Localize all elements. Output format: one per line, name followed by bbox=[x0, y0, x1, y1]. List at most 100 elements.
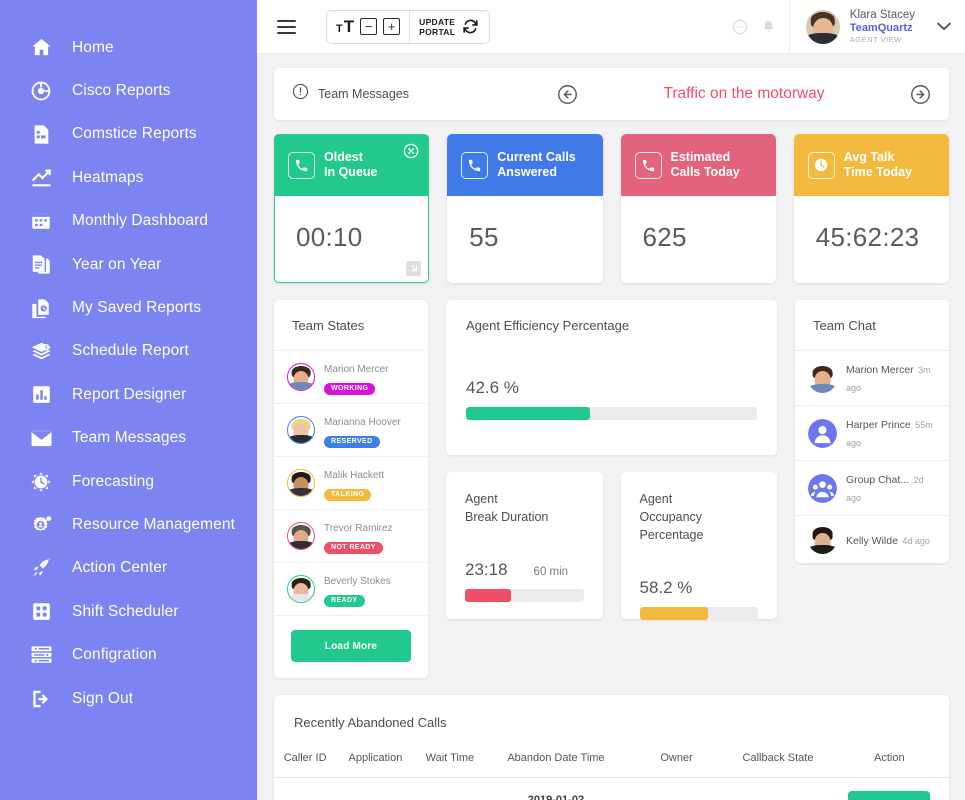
chat-list-item[interactable]: Group Chat... 2d ago bbox=[795, 460, 949, 515]
user-profile-menu[interactable]: Klara Stacey TeamQuartz AGENT VIEW bbox=[788, 0, 965, 53]
occupancy-title: Agent Occupancy Percentage bbox=[639, 492, 704, 542]
sidebar-item-resource-management[interactable]: Resource Management bbox=[0, 503, 257, 546]
chevron-down-icon[interactable] bbox=[937, 19, 951, 34]
metrics-column: Agent Efficiency Percentage 42.6 % Agent… bbox=[446, 300, 777, 620]
table-body: 3002 6100 2 2019-01-0206:20:20 Daphne Me… bbox=[274, 777, 949, 800]
font-decrease-button[interactable]: − bbox=[360, 18, 378, 35]
sidebar-item-comstice-reports[interactable]: Comstice Reports bbox=[0, 113, 257, 156]
comstice-reports-icon bbox=[24, 123, 58, 146]
kpi-card-value: 625 bbox=[642, 222, 687, 252]
chat-contact-name: Kelly Wilde bbox=[846, 534, 898, 547]
team-chat-header: Team Chat bbox=[795, 300, 949, 350]
team-state-row[interactable]: Beverly Stokes READY bbox=[274, 562, 428, 615]
team-messages-icon bbox=[24, 429, 58, 448]
ticker-label: Team Messages bbox=[318, 87, 410, 101]
team-state-row[interactable]: Trevor Ramirez NOT READY bbox=[274, 509, 428, 562]
agent-efficiency-title: Agent Efficiency Percentage bbox=[466, 318, 630, 333]
kpi-card-3[interactable]: Avg Talk Time Today 45:62:23 bbox=[793, 134, 949, 283]
forecasting-icon bbox=[24, 471, 58, 493]
abandoned-calls-table: Caller ID Application Wait Time Abandon Dat… bbox=[274, 752, 949, 800]
arrow-left-circle-icon[interactable] bbox=[557, 84, 578, 105]
chat-timestamp: 4d ago bbox=[902, 535, 930, 546]
break-duration-value: 23:18 bbox=[465, 560, 508, 579]
sign-out-icon bbox=[24, 688, 58, 710]
sidebar-item-heatmaps[interactable]: Heatmaps bbox=[0, 156, 257, 199]
avatar bbox=[287, 522, 315, 550]
sidebar-item-my-saved-reports[interactable]: My Saved Reports bbox=[0, 286, 257, 329]
team-state-row[interactable]: Malik Hackett TALKING bbox=[274, 456, 428, 509]
kpi-card-2[interactable]: Estimated Calls Today 625 bbox=[620, 134, 776, 283]
sidebar-item-label: Configration bbox=[72, 646, 157, 664]
agent-efficiency-bar-fill bbox=[466, 407, 590, 420]
chat-list-item[interactable]: Marion Mercer 3m ago bbox=[795, 350, 949, 405]
kpi-card-0[interactable]: Oldest In Queue 00:10 bbox=[274, 134, 430, 283]
status-badge: READY bbox=[324, 594, 365, 607]
sidebar-item-label: Sign Out bbox=[72, 689, 134, 707]
cisco-reports-icon bbox=[24, 80, 58, 102]
avatar bbox=[287, 363, 315, 391]
update-portal-control[interactable]: UPDATE PORTAL bbox=[409, 10, 489, 43]
agent-name: Marion Mercer bbox=[324, 364, 389, 375]
sidebar-item-home[interactable]: Home bbox=[0, 26, 257, 69]
kpi-card-title: Avg Talk Time Today bbox=[843, 150, 913, 179]
text-size-icon[interactable]: TT bbox=[336, 17, 354, 37]
chat-contact-name: Marion Mercer bbox=[846, 364, 914, 376]
arrow-right-circle-icon[interactable] bbox=[910, 84, 931, 105]
sidebar-item-team-messages[interactable]: Team Messages bbox=[0, 417, 257, 460]
agent-efficiency-bar-track bbox=[466, 407, 757, 420]
notifications-bell-icon[interactable] bbox=[761, 19, 776, 35]
chat-item-info: Marion Mercer 3m ago bbox=[846, 360, 939, 396]
sidebar-item-schedule-report[interactable]: Schedule Report bbox=[0, 330, 257, 373]
break-duration-bar-fill bbox=[465, 589, 511, 602]
ticker-message: Traffic on the motorway bbox=[663, 85, 825, 102]
kpi-card-1[interactable]: Current Calls Answered 55 bbox=[447, 134, 603, 283]
chat-list-item[interactable]: Harper Prince 55m ago bbox=[795, 405, 949, 460]
font-increase-button[interactable]: + bbox=[383, 18, 401, 35]
avatar bbox=[808, 525, 837, 554]
sidebar-item-configration[interactable]: Configration bbox=[0, 633, 257, 676]
my-saved-reports-icon bbox=[24, 297, 58, 320]
kpi-card-title: Oldest In Queue bbox=[324, 150, 378, 179]
column-header: Wait Time bbox=[414, 752, 486, 778]
font-small-label: T bbox=[336, 22, 343, 35]
load-more-button[interactable]: Load More bbox=[291, 630, 411, 662]
team-state-info: Marion Mercer WORKING bbox=[324, 359, 418, 395]
refresh-icon[interactable] bbox=[461, 17, 480, 36]
main-area: TT − + UPDATE PORTAL Klara Stacey TeamQu… bbox=[257, 0, 965, 800]
status-badge: RESERVED bbox=[324, 435, 380, 448]
team-state-row[interactable]: Marion Mercer WORKING bbox=[274, 350, 428, 403]
cell-callback-state: Unknown bbox=[726, 777, 830, 800]
close-icon[interactable] bbox=[403, 143, 419, 159]
sidebar-item-forecasting[interactable]: Forecasting bbox=[0, 460, 257, 503]
header-right: Klara Stacey TeamQuartz AGENT VIEW bbox=[732, 0, 965, 53]
team-chat-column: Team Chat Marion Mercer 3m ago Harper Pr… bbox=[795, 300, 949, 563]
agent-efficiency-value: 42.6 % bbox=[466, 378, 519, 397]
sidebar-item-shift-scheduler[interactable]: Shift Scheduler bbox=[0, 590, 257, 633]
sidebar-item-report-designer[interactable]: Report Designer bbox=[0, 373, 257, 416]
alert-circle-icon bbox=[292, 83, 309, 105]
sidebar-item-label: Monthly Dashboard bbox=[72, 212, 209, 230]
occupancy-bar-fill bbox=[639, 607, 709, 620]
update-portal-label: UPDATE PORTAL bbox=[419, 16, 456, 37]
accept-button[interactable]: Accept bbox=[848, 791, 931, 800]
sidebar-item-action-center[interactable]: Action Center bbox=[0, 547, 257, 590]
agent-name: Beverly Stokes bbox=[324, 576, 391, 587]
user-team: TeamQuartz bbox=[849, 21, 913, 34]
chat-list-item[interactable]: Kelly Wilde 4d ago bbox=[795, 515, 949, 563]
sidebar-item-year-on-year[interactable]: Year on Year bbox=[0, 243, 257, 286]
chat-item-info: Group Chat... 2d ago bbox=[846, 470, 939, 506]
more-options-icon[interactable] bbox=[732, 19, 748, 35]
sidebar-item-label: Shift Scheduler bbox=[72, 602, 179, 620]
team-state-info: Malik Hackett TALKING bbox=[324, 465, 418, 501]
action-center-icon bbox=[24, 557, 58, 579]
team-state-row[interactable]: Marianna Hoover RESERVED bbox=[274, 403, 428, 456]
resize-handle[interactable] bbox=[406, 261, 422, 276]
user-role: AGENT VIEW bbox=[849, 34, 902, 44]
sidebar-item-monthly-dashboard[interactable]: Monthly Dashboard bbox=[0, 200, 257, 243]
sidebar-item-sign-out[interactable]: Sign Out bbox=[0, 677, 257, 720]
sidebar-item-label: Heatmaps bbox=[72, 168, 144, 186]
avatar bbox=[287, 575, 315, 603]
sidebar-item-cisco-reports[interactable]: Cisco Reports bbox=[0, 69, 257, 112]
sidebar-item-label: Resource Management bbox=[72, 515, 236, 533]
hamburger-icon[interactable] bbox=[277, 19, 296, 34]
